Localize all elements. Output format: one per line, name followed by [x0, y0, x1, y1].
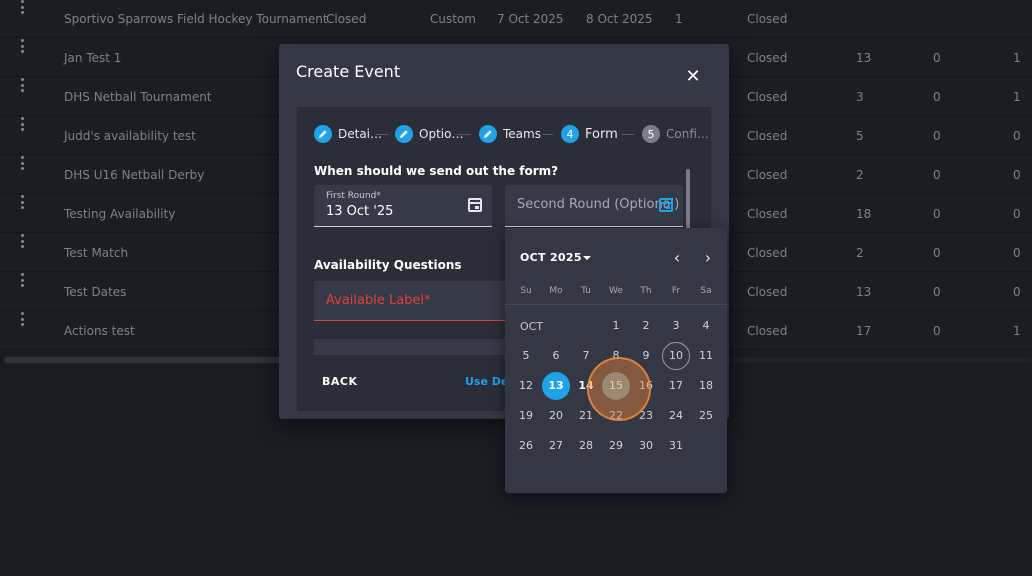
day-cell[interactable]: 18	[692, 372, 720, 400]
day-cell[interactable]: 11	[692, 342, 720, 370]
weekday-divider	[505, 304, 727, 305]
step-2[interactable]: Optio…	[395, 124, 463, 144]
weekday-label: We	[609, 286, 623, 296]
available-label-field[interactable]: Available Label*	[314, 281, 514, 321]
day-cell[interactable]: 10	[662, 342, 690, 370]
caret-down-icon[interactable]	[583, 256, 591, 260]
month-year-selector[interactable]: OCT 2025	[520, 251, 582, 264]
step-label: Form	[585, 126, 618, 142]
chevron-left-icon[interactable]: ‹	[669, 250, 685, 266]
second-round-placeholder: Second Round (Optional)	[517, 197, 680, 212]
pencil-icon	[395, 125, 413, 143]
step-number: 5	[642, 125, 660, 143]
day-cell[interactable]: 3	[662, 312, 690, 340]
day-cell[interactable]: 31	[662, 432, 690, 460]
day-cell[interactable]: 14	[572, 372, 600, 400]
step-label: Confi…	[666, 127, 709, 141]
calendar-icon[interactable]	[659, 198, 673, 212]
day-cell[interactable]: 26	[512, 432, 540, 460]
day-cell[interactable]: 9	[632, 342, 660, 370]
first-round-value: 13 Oct '25	[326, 204, 394, 219]
datepicker-popup: OCT 2025 ‹ › OCT Su Mo Tu We Th Fr Sa 1 2 3 4 5 6 7 8 9…	[505, 228, 727, 493]
day-cell[interactable]: 6	[542, 342, 570, 370]
day-cell[interactable]: 19	[512, 402, 540, 430]
day-cell[interactable]: 8	[602, 342, 630, 370]
step-4[interactable]: 4 Form	[561, 124, 618, 144]
step-number: 4	[561, 125, 579, 143]
pencil-icon	[479, 125, 497, 143]
weekday-label: Tu	[581, 286, 591, 296]
dialog-title: Create Event	[296, 62, 401, 81]
day-cell[interactable]: 23	[632, 402, 660, 430]
day-cell[interactable]: 29	[602, 432, 630, 460]
stepper-connector	[622, 134, 634, 135]
day-cell[interactable]: 5	[512, 342, 540, 370]
weekday-label: Sa	[700, 286, 712, 296]
back-button[interactable]: BACK	[322, 375, 358, 388]
use-default-button[interactable]: Use De	[465, 375, 508, 388]
step-5[interactable]: 5 Confi…	[642, 124, 709, 144]
day-cell[interactable]: 24	[662, 402, 690, 430]
day-cell[interactable]: 27	[542, 432, 570, 460]
content-scrollbar[interactable]	[686, 169, 690, 229]
weekday-label: Mo	[549, 286, 563, 296]
weekday-label: Fr	[671, 286, 681, 296]
day-cell[interactable]: 2	[632, 312, 660, 340]
day-cell[interactable]: 15	[602, 372, 630, 400]
second-round-field[interactable]: Second Round (Optional)	[505, 185, 683, 227]
stepper: Detai… Optio… Teams 4 Form 5 Confi…	[314, 124, 711, 144]
step-label: Teams	[503, 127, 541, 141]
day-cell[interactable]: 22	[602, 402, 630, 430]
first-round-label: First Round*	[326, 191, 381, 201]
day-cell[interactable]: 25	[692, 402, 720, 430]
step-label: Optio…	[419, 127, 464, 141]
day-cell[interactable]: 20	[542, 402, 570, 430]
stepper-connector	[543, 134, 553, 135]
step-3[interactable]: Teams	[479, 124, 541, 144]
calendar-icon[interactable]	[468, 198, 482, 212]
next-question-field[interactable]	[314, 339, 514, 355]
availability-questions-title: Availability Questions	[314, 258, 462, 272]
day-cell[interactable]: 16	[632, 372, 660, 400]
day-cell[interactable]: 12	[512, 372, 540, 400]
day-cell[interactable]: 28	[572, 432, 600, 460]
chevron-right-icon[interactable]: ›	[700, 250, 716, 266]
day-cell[interactable]: 17	[662, 372, 690, 400]
day-cell[interactable]: 4	[692, 312, 720, 340]
day-cell[interactable]: 21	[572, 402, 600, 430]
month-short-label: OCT	[520, 320, 544, 333]
weekday-label: Su	[520, 286, 532, 296]
weekday-label: Th	[640, 286, 652, 296]
available-label-placeholder: Available Label*	[326, 293, 431, 308]
step-1[interactable]: Detai…	[314, 124, 382, 144]
day-cell[interactable]: 13	[542, 372, 570, 400]
pencil-icon	[314, 125, 332, 143]
send-form-question: When should we send out the form?	[314, 164, 559, 178]
close-icon[interactable]: ✕	[682, 66, 704, 88]
first-round-field[interactable]: First Round* 13 Oct '25	[314, 185, 492, 227]
day-cell[interactable]: 30	[632, 432, 660, 460]
step-label: Detai…	[338, 127, 383, 141]
day-cell[interactable]: 1	[602, 312, 630, 340]
day-cell[interactable]: 7	[572, 342, 600, 370]
